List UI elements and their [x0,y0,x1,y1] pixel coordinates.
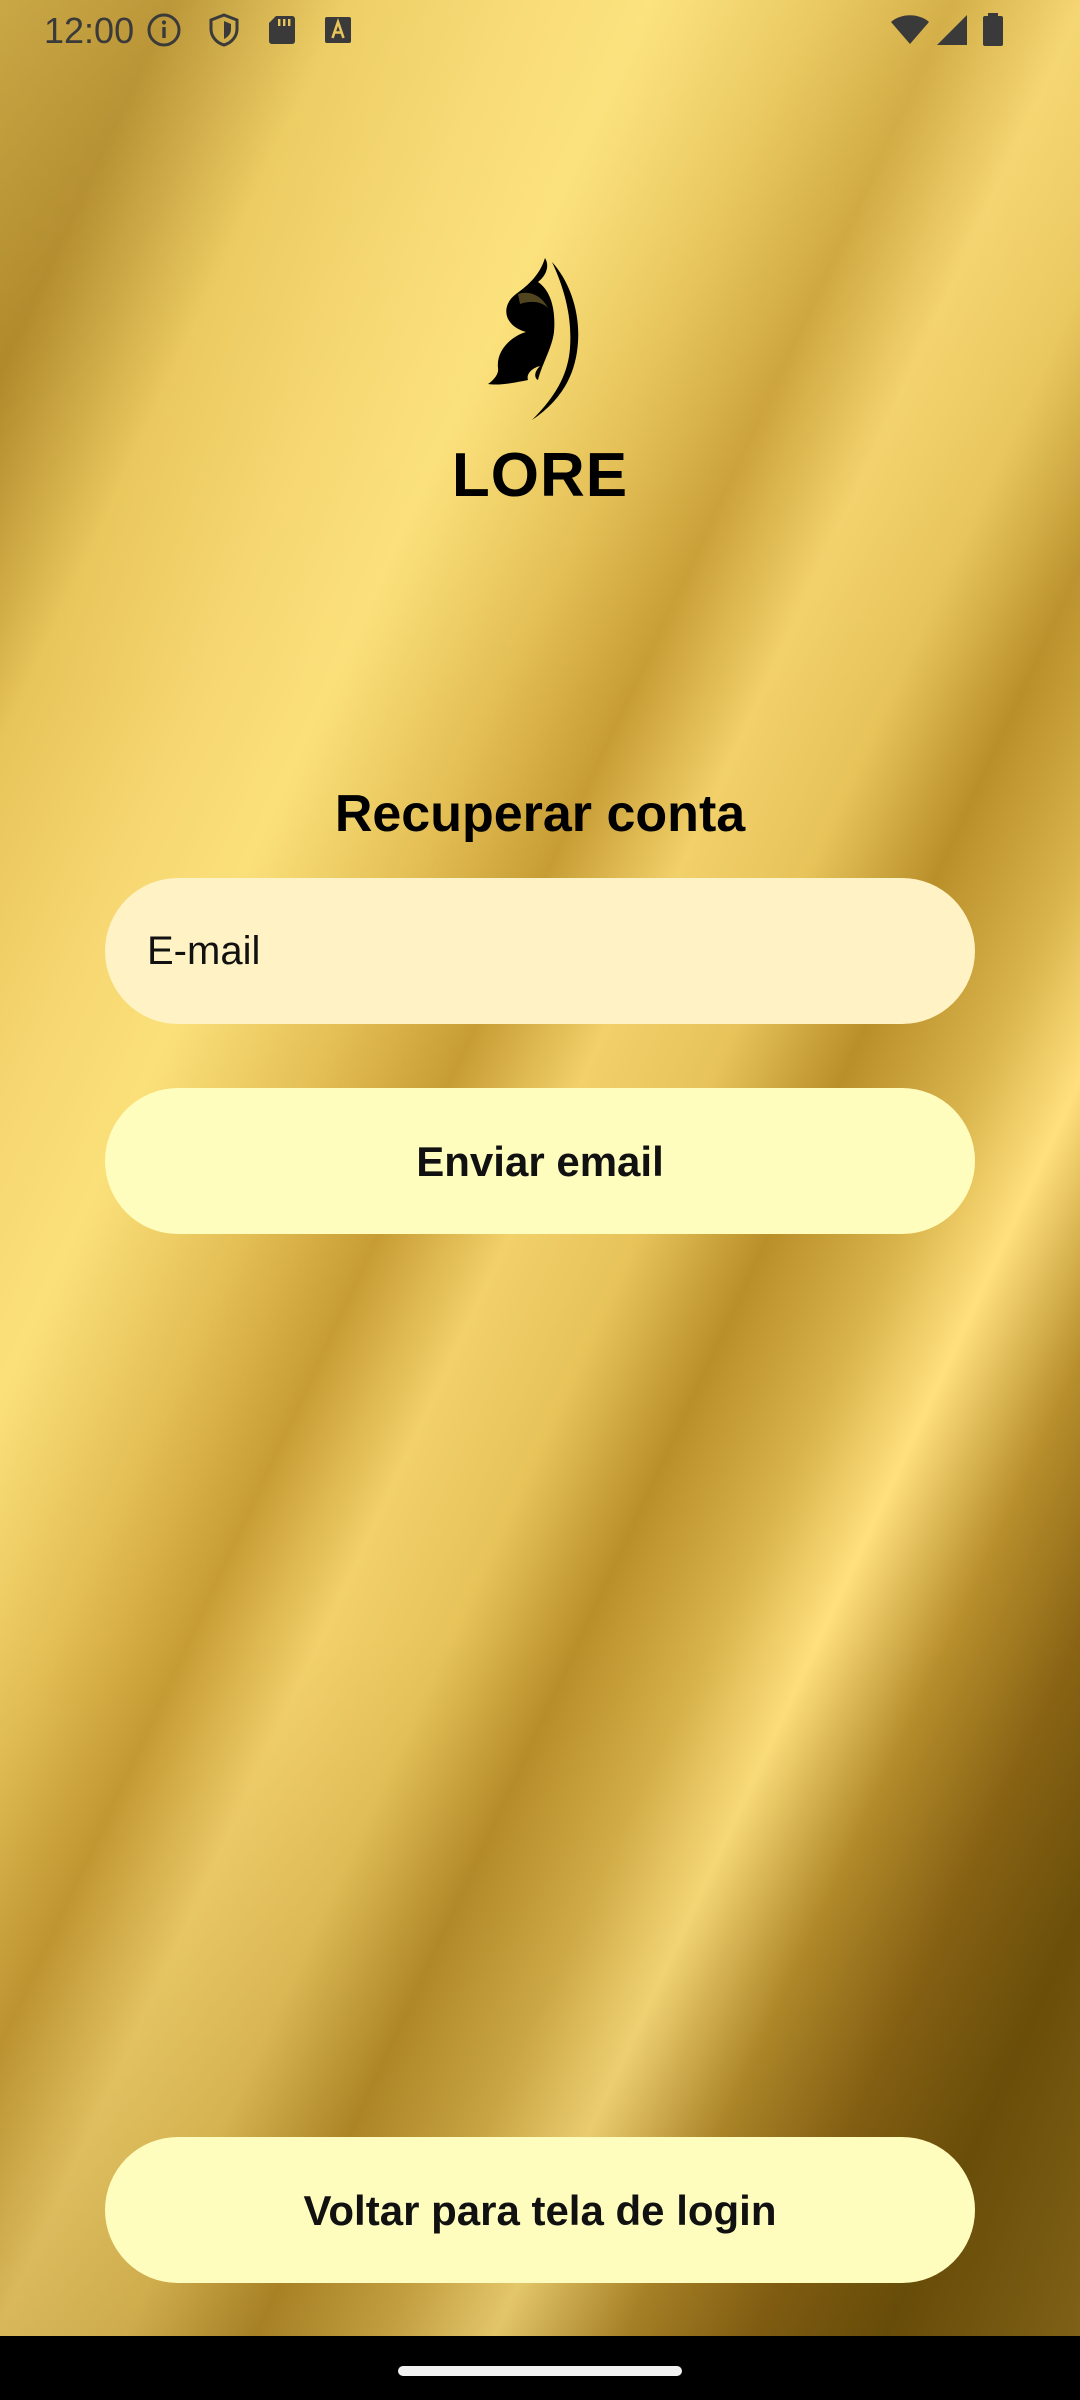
text-a-icon [320,12,356,48]
brand-name: LORE [451,441,629,510]
status-bar: 12:00 [0,0,1080,62]
butterfly-icon [470,252,610,432]
status-time: 12:00 [44,10,135,51]
sd-card-icon [264,12,300,48]
navigation-bar [0,2336,1080,2400]
back-to-login-button[interactable]: Voltar para tela de login [105,2137,975,2283]
home-gesture-handle[interactable] [398,2366,682,2376]
signal-icon [934,12,970,48]
page-title: Recuperar conta [334,785,746,843]
wifi-icon [890,12,930,48]
info-icon [146,12,182,48]
shield-icon [206,12,242,48]
email-field-container [105,878,975,1024]
battery-icon [980,12,1006,48]
send-email-button[interactable]: Enviar email [105,1088,975,1234]
email-field[interactable] [105,878,975,1024]
